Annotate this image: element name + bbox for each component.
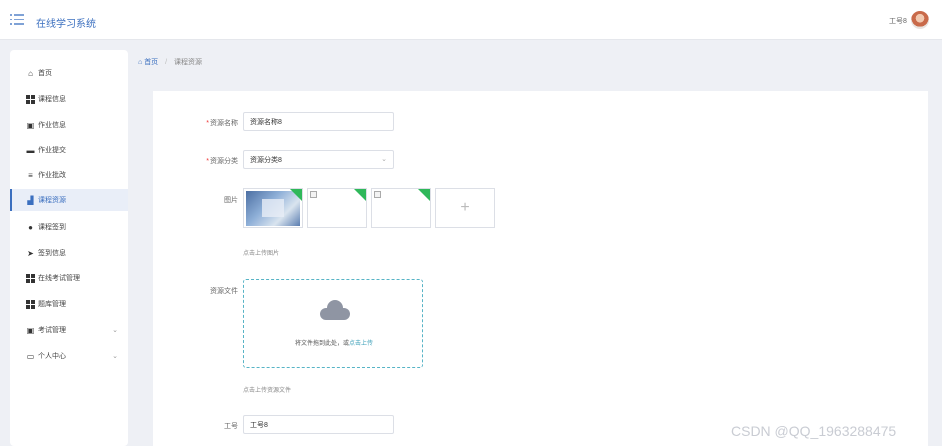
resource-type-label: *资源分类 (206, 158, 238, 165)
breadcrumb-separator: / (165, 59, 168, 66)
sidebar-item-course-checkin[interactable]: ● 课程签到 (10, 216, 128, 238)
user-icon: ● (28, 222, 33, 232)
chevron-down-icon: ⌄ (112, 327, 118, 334)
broken-image-icon (374, 191, 381, 198)
avatar[interactable] (911, 11, 929, 29)
sidebar-item-label: 课程签到 (38, 224, 66, 231)
breadcrumb: ⌂ 首页 / 课程资源 (138, 57, 202, 67)
sidebar-item-checkin-info[interactable]: ➤ 签到信息 (10, 242, 128, 264)
image-thumbnail[interactable] (371, 188, 431, 228)
success-corner-icon (418, 189, 430, 201)
success-corner-icon (290, 189, 302, 201)
sidebar-item-label: 课程信息 (38, 96, 66, 103)
window-icon: ▭ (26, 351, 35, 361)
plus-icon: + (460, 199, 470, 216)
upload-cloud-icon (320, 300, 350, 322)
resource-type-select[interactable]: 资源分类8 ⌄ (243, 150, 394, 169)
list-icon: ≡ (28, 170, 33, 180)
broken-image-icon (310, 191, 317, 198)
resource-file-label: 资源文件 (210, 288, 238, 295)
sidebar-item-label: 个人中心 (38, 353, 66, 360)
sidebar-item-homework-submit[interactable]: ▬ 作业提交 (10, 139, 128, 161)
staff-no-label: 工号 (224, 423, 238, 430)
menu-icon[interactable] (10, 14, 24, 25)
sidebar-item-label: 作业信息 (38, 122, 66, 129)
grid-icon (26, 94, 35, 104)
sidebar-item-exam-management[interactable]: ▣ 考试管理 ⌄ (10, 319, 128, 341)
staff-no-input[interactable]: 工号8 (243, 415, 394, 434)
sidebar-item-label: 在线考试管理 (38, 275, 80, 282)
chart-icon: ▟ (27, 195, 34, 205)
clipboard-icon: ▣ (26, 325, 35, 335)
image-label: 图片 (224, 197, 238, 204)
comment-icon: ▬ (26, 145, 35, 155)
sidebar-item-label: 签到信息 (38, 250, 66, 257)
file-upload-hint: 点击上传资源文件 (243, 388, 292, 394)
sidebar-item-question-bank[interactable]: 题库管理 (10, 293, 128, 315)
add-image-button[interactable]: + (435, 188, 495, 228)
chevron-down-icon: ⌄ (381, 156, 387, 163)
top-bar: 在线学习系统 工号8 (0, 0, 942, 40)
grid-icon (26, 273, 35, 283)
sidebar-item-label: 课程资源 (38, 197, 66, 204)
sidebar-item-personal-center[interactable]: ▭ 个人中心 ⌄ (10, 345, 128, 367)
image-thumbnail[interactable] (307, 188, 367, 228)
home-icon: ⌂ (28, 68, 33, 78)
sidebar-item-online-exam[interactable]: 在线考试管理 (10, 267, 128, 289)
sidebar-item-home[interactable]: ⌂ 首页 (10, 62, 128, 84)
sidebar-item-label: 首页 (38, 70, 52, 77)
app-title: 在线学习系统 (36, 19, 96, 30)
sidebar-item-homework-grading[interactable]: ≡ 作业批改 (10, 164, 128, 186)
success-corner-icon (354, 189, 366, 201)
file-dropzone[interactable]: 将文件拖到此处，或点击上传 (243, 279, 423, 368)
sidebar-item-label: 作业提交 (38, 147, 66, 154)
sidebar-item-course-resources[interactable]: ▟ 课程资源 (10, 189, 128, 211)
sidebar-item-course-info[interactable]: 课程信息 (10, 88, 128, 110)
sidebar-item-label: 题库管理 (38, 301, 66, 308)
sidebar: ⌂ 首页 课程信息 ▣ 作业信息 ▬ 作业提交 ≡ 作业批改 ▟ 课程资源 ● … (10, 50, 128, 446)
user-name[interactable]: 工号8 (889, 16, 907, 26)
clipboard-icon: ▣ (26, 120, 35, 130)
image-thumbnail[interactable] (243, 188, 303, 228)
grid-icon (26, 299, 35, 309)
breadcrumb-home[interactable]: 首页 (144, 59, 158, 66)
watermark: CSDN @QQ_1963288475 (731, 423, 897, 439)
sidebar-item-label: 作业批改 (38, 172, 66, 179)
send-icon: ➤ (27, 248, 34, 258)
chevron-down-icon: ⌄ (112, 353, 118, 360)
upload-link[interactable]: 点击上传 (349, 341, 373, 347)
image-upload-hint: 点击上传图片 (243, 251, 280, 257)
sidebar-item-label: 考试管理 (38, 327, 66, 334)
upload-instructions: 将文件拖到此处，或点击上传 (294, 341, 374, 347)
resource-name-label: *资源名称 (206, 120, 238, 127)
breadcrumb-current: 课程资源 (174, 59, 203, 66)
resource-name-input[interactable]: 资源名称8 (243, 112, 394, 131)
sidebar-item-homework-info[interactable]: ▣ 作业信息 (10, 114, 128, 136)
